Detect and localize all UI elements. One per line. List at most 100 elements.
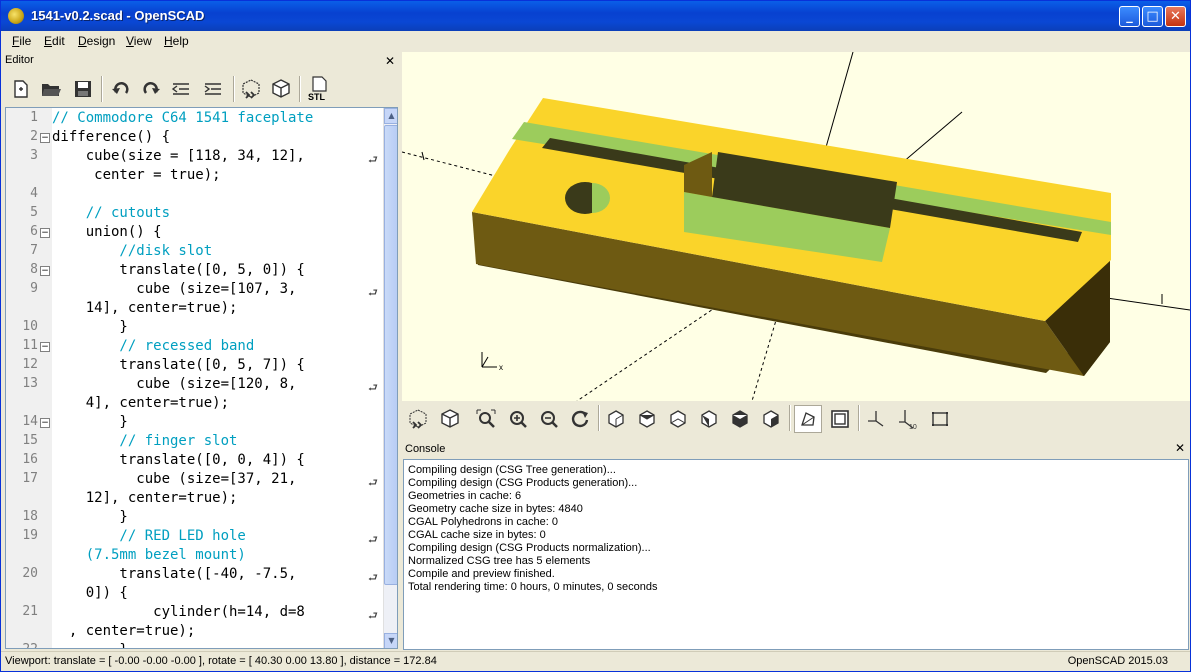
console-line: CGAL cache size in bytes: 0 [408,529,546,541]
save-icon[interactable] [71,76,95,102]
editor-vertical-scrollbar[interactable]: ▲ ▼ [383,108,397,648]
line-number: 10 [22,319,38,334]
fold-marker-icon[interactable]: − [40,133,50,143]
fold-marker-icon[interactable]: − [40,418,50,428]
scroll-thumb[interactable] [384,125,397,585]
orthogonal-icon[interactable] [826,405,854,433]
menu-bar: File Edit Design View Help [1,31,1190,51]
code-line: translate([0, 5, 7]) { [52,357,305,373]
line-number: 17 [22,471,38,486]
axis-x-label: x [499,363,503,372]
line-wrap-icon: ⮐ [368,533,378,546]
menu-view[interactable]: View [126,34,152,48]
code-line: // RED LED hole [52,528,246,544]
view-toolbar: 10 [402,401,1190,437]
code-line: // recessed band [52,338,255,354]
stl-label: STL [308,92,326,102]
unindent-icon[interactable] [169,76,193,102]
close-button[interactable]: ✕ [1165,6,1186,27]
view-left-icon[interactable] [695,405,723,433]
editor-toolbar: STL [5,72,397,106]
show-scale-icon[interactable]: 10 [894,405,922,433]
line-number: 21 [22,604,38,619]
line-number: 22 [8,642,38,648]
window-title: 1541-v0.2.scad - OpenSCAD [31,8,205,23]
line-number: 1 [30,110,38,125]
console-output[interactable]: Compiling design (CSG Tree generation)..… [403,459,1189,650]
maximize-button[interactable]: □ [1142,6,1163,27]
view-all-icon[interactable] [472,405,500,433]
code-line: } [52,509,128,525]
code-line: translate([0, 0, 4]) { [52,452,305,468]
console-close-button[interactable]: ✕ [1175,441,1185,455]
menu-edit[interactable]: Edit [44,34,65,48]
view-back-icon[interactable] [757,405,785,433]
code-line: cube(size = [118, 34, 12], [52,148,305,164]
console-line: Total rendering time: 0 hours, 0 minutes… [408,581,658,593]
indent-icon[interactable] [201,76,225,102]
line-number: 3 [30,148,38,163]
line-wrap-icon: ⮐ [368,476,378,489]
code-line: , center=true); [52,623,196,639]
title-bar[interactable]: 1541-v0.2.scad - OpenSCAD _ □ ✕ [1,1,1190,31]
code-line: } [52,414,128,430]
scroll-up-arrow-icon[interactable]: ▲ [384,108,397,124]
code-line: cylinder(h=14, d=8 [52,604,305,620]
line-number: 7 [30,243,38,258]
show-axes-icon[interactable] [862,405,890,433]
line-wrap-icon: ⮐ [368,286,378,299]
redo-icon[interactable] [139,76,163,102]
zoom-in-icon[interactable] [504,405,532,433]
line-number: 20 [22,566,38,581]
perspective-icon[interactable] [794,405,822,433]
code-line: } [52,642,127,648]
preview-icon[interactable] [239,76,263,102]
menu-help[interactable]: Help [164,34,189,48]
menu-file[interactable]: File [12,34,31,48]
fold-marker-icon[interactable]: − [40,266,50,276]
view-bottom-icon[interactable] [664,405,692,433]
show-edges-icon[interactable] [926,405,954,433]
export-stl-icon[interactable]: STL [305,76,333,102]
openscad-app-icon [8,8,24,24]
3d-viewport[interactable]: x [402,52,1190,401]
line-number: 11 [22,338,38,353]
menu-design[interactable]: Design [78,34,115,48]
fold-marker-icon[interactable]: − [40,342,50,352]
console-line: Normalized CSG tree has 5 elements [408,555,591,567]
code-editor[interactable]: 12−3456−78−91011−121314−1516171819202122… [5,107,398,649]
console-line: Compiling design (CSG Products normaliza… [408,542,651,554]
view-right-icon[interactable] [602,405,630,433]
line-number: 9 [30,281,38,296]
new-file-icon[interactable] [9,76,33,102]
open-file-icon[interactable] [39,76,63,102]
line-number: 13 [22,376,38,391]
code-line: 14], center=true); [52,300,238,316]
scroll-down-arrow-icon[interactable]: ▼ [384,633,397,648]
line-number: 18 [22,509,38,524]
code-line: cube (size=[107, 3, [52,281,297,297]
view-front-icon[interactable] [726,405,754,433]
code-line: 4], center=true); [52,395,230,411]
editor-title: Editor [5,54,34,66]
code-line: } [52,319,128,335]
reset-view-icon[interactable] [566,405,594,433]
viewport-status: Viewport: translate = [ -0.00 -0.00 -0.0… [5,655,437,667]
line-wrap-icon: ⮐ [368,381,378,394]
version-label: OpenSCAD 2015.03 [1067,655,1168,667]
render-icon[interactable] [269,76,293,102]
code-line: translate([0, 5, 0]) { [52,262,305,278]
fold-marker-icon[interactable]: − [40,228,50,238]
undo-icon[interactable] [109,76,133,102]
code-line: translate([-40, -7.5, [52,566,297,582]
view-top-icon[interactable] [633,405,661,433]
editor-close-button[interactable]: ✕ [385,54,395,68]
render-icon[interactable] [436,405,464,433]
zoom-out-icon[interactable] [535,405,563,433]
preview-icon[interactable] [404,405,432,433]
code-line: cube (size=[120, 8, [52,376,297,392]
line-number: 12 [22,357,38,372]
minimize-button[interactable]: _ [1119,6,1140,27]
code-line: union() { [52,224,162,240]
line-number: 8 [30,262,38,277]
